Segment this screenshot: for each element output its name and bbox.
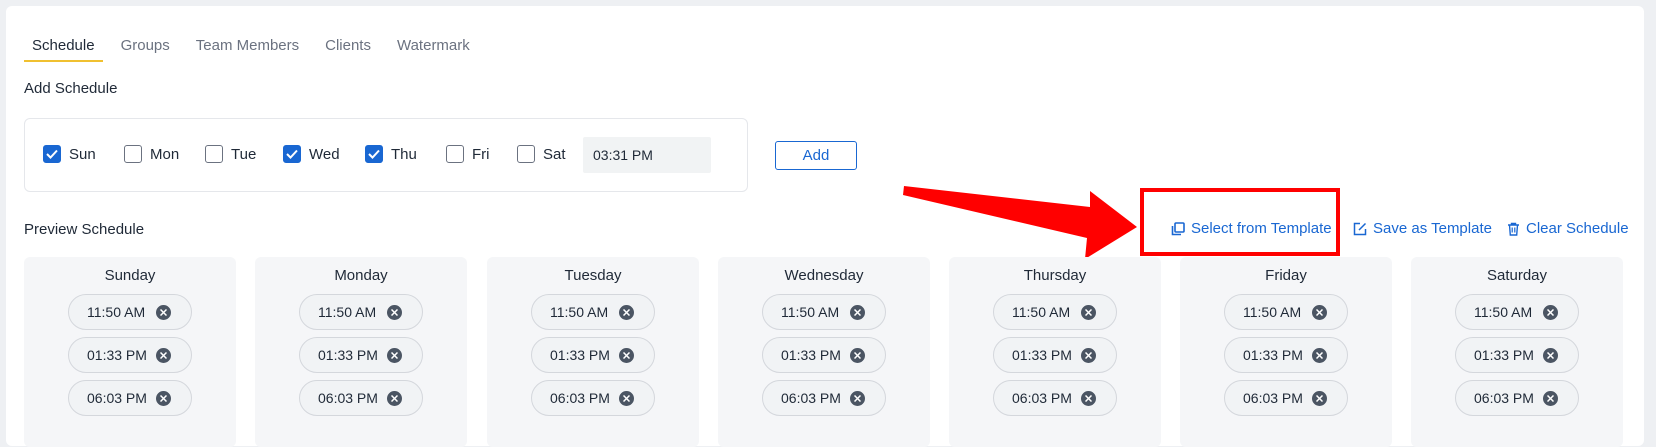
time-chip: 01:33 PM <box>1224 337 1348 373</box>
day-title: Tuesday <box>564 267 622 284</box>
time-chip-label: 11:50 AM <box>550 304 609 320</box>
remove-time-icon[interactable] <box>619 391 634 406</box>
day-column-friday: Friday 11:50 AM 01:33 PM 06:03 PM <box>1180 257 1392 447</box>
time-chip: 06:03 PM <box>531 380 655 416</box>
time-chip-label: 01:33 PM <box>1243 347 1303 363</box>
time-chip-label: 11:50 AM <box>87 304 146 320</box>
time-chip: 06:03 PM <box>299 380 423 416</box>
time-chip: 06:03 PM <box>762 380 886 416</box>
time-chip-label: 06:03 PM <box>318 390 378 406</box>
day-title: Sunday <box>104 267 156 284</box>
time-chip: 11:50 AM <box>993 294 1117 330</box>
time-chip: 01:33 PM <box>299 337 423 373</box>
time-chip: 01:33 PM <box>993 337 1117 373</box>
time-chip-label: 11:50 AM <box>1012 304 1071 320</box>
time-chip: 06:03 PM <box>1455 380 1579 416</box>
time-chip: 06:03 PM <box>1224 380 1348 416</box>
time-chip-label: 06:03 PM <box>781 390 841 406</box>
day-column-tuesday: Tuesday 11:50 AM 01:33 PM 06:03 PM <box>487 257 699 447</box>
remove-time-icon[interactable] <box>850 348 865 363</box>
time-chip-label: 11:50 AM <box>1243 304 1302 320</box>
remove-time-icon[interactable] <box>1543 391 1558 406</box>
time-chip-label: 06:03 PM <box>1243 390 1303 406</box>
day-column-sunday: Sunday 11:50 AM 01:33 PM 06:03 PM <box>24 257 236 447</box>
time-chip: 11:50 AM <box>1455 294 1579 330</box>
day-column-saturday: Saturday 11:50 AM 01:33 PM 06:03 PM <box>1411 257 1623 447</box>
remove-time-icon[interactable] <box>156 391 171 406</box>
day-title: Friday <box>1265 267 1307 284</box>
time-chip-label: 11:50 AM <box>318 304 377 320</box>
day-column-monday: Monday 11:50 AM 01:33 PM 06:03 PM <box>255 257 467 447</box>
time-chip: 11:50 AM <box>1224 294 1348 330</box>
time-chip-label: 01:33 PM <box>1474 347 1534 363</box>
time-chip-label: 06:03 PM <box>550 390 610 406</box>
day-title: Saturday <box>1486 267 1548 284</box>
time-chip: 06:03 PM <box>68 380 192 416</box>
day-title: Wednesday <box>784 267 864 284</box>
time-chip: 01:33 PM <box>68 337 192 373</box>
remove-time-icon[interactable] <box>1312 391 1327 406</box>
remove-time-icon[interactable] <box>1081 305 1096 320</box>
remove-time-icon[interactable] <box>1312 305 1327 320</box>
time-chip-label: 01:33 PM <box>781 347 841 363</box>
day-title: Monday <box>334 267 388 284</box>
remove-time-icon[interactable] <box>1081 391 1096 406</box>
time-chip-label: 11:50 AM <box>1474 304 1533 320</box>
day-column-thursday: Thursday 11:50 AM 01:33 PM 06:03 PM <box>949 257 1161 447</box>
remove-time-icon[interactable] <box>387 348 402 363</box>
remove-time-icon[interactable] <box>1081 348 1096 363</box>
remove-time-icon[interactable] <box>387 391 402 406</box>
remove-time-icon[interactable] <box>1543 305 1558 320</box>
remove-time-icon[interactable] <box>850 391 865 406</box>
time-chip: 11:50 AM <box>299 294 423 330</box>
remove-time-icon[interactable] <box>619 305 634 320</box>
time-chip-label: 06:03 PM <box>1474 390 1534 406</box>
time-chip: 01:33 PM <box>1455 337 1579 373</box>
time-chip: 06:03 PM <box>993 380 1117 416</box>
time-chip-label: 01:33 PM <box>318 347 378 363</box>
annotation-highlight-box <box>1140 188 1340 256</box>
time-chip-label: 11:50 AM <box>781 304 840 320</box>
day-column-wednesday: Wednesday 11:50 AM 01:33 PM 06:03 PM <box>718 257 930 447</box>
remove-time-icon[interactable] <box>619 348 634 363</box>
time-chip-label: 06:03 PM <box>87 390 147 406</box>
time-chip: 01:33 PM <box>762 337 886 373</box>
remove-time-icon[interactable] <box>1543 348 1558 363</box>
time-chip: 01:33 PM <box>531 337 655 373</box>
time-chip: 11:50 AM <box>531 294 655 330</box>
time-chip-label: 06:03 PM <box>1012 390 1072 406</box>
remove-time-icon[interactable] <box>387 305 402 320</box>
remove-time-icon[interactable] <box>1312 348 1327 363</box>
time-chip-label: 01:33 PM <box>87 347 147 363</box>
time-chip: 11:50 AM <box>762 294 886 330</box>
day-title: Thursday <box>1023 267 1087 284</box>
time-chip-label: 01:33 PM <box>1012 347 1072 363</box>
remove-time-icon[interactable] <box>156 348 171 363</box>
remove-time-icon[interactable] <box>850 305 865 320</box>
time-chip-label: 01:33 PM <box>550 347 610 363</box>
time-chip: 11:50 AM <box>68 294 192 330</box>
remove-time-icon[interactable] <box>156 305 171 320</box>
